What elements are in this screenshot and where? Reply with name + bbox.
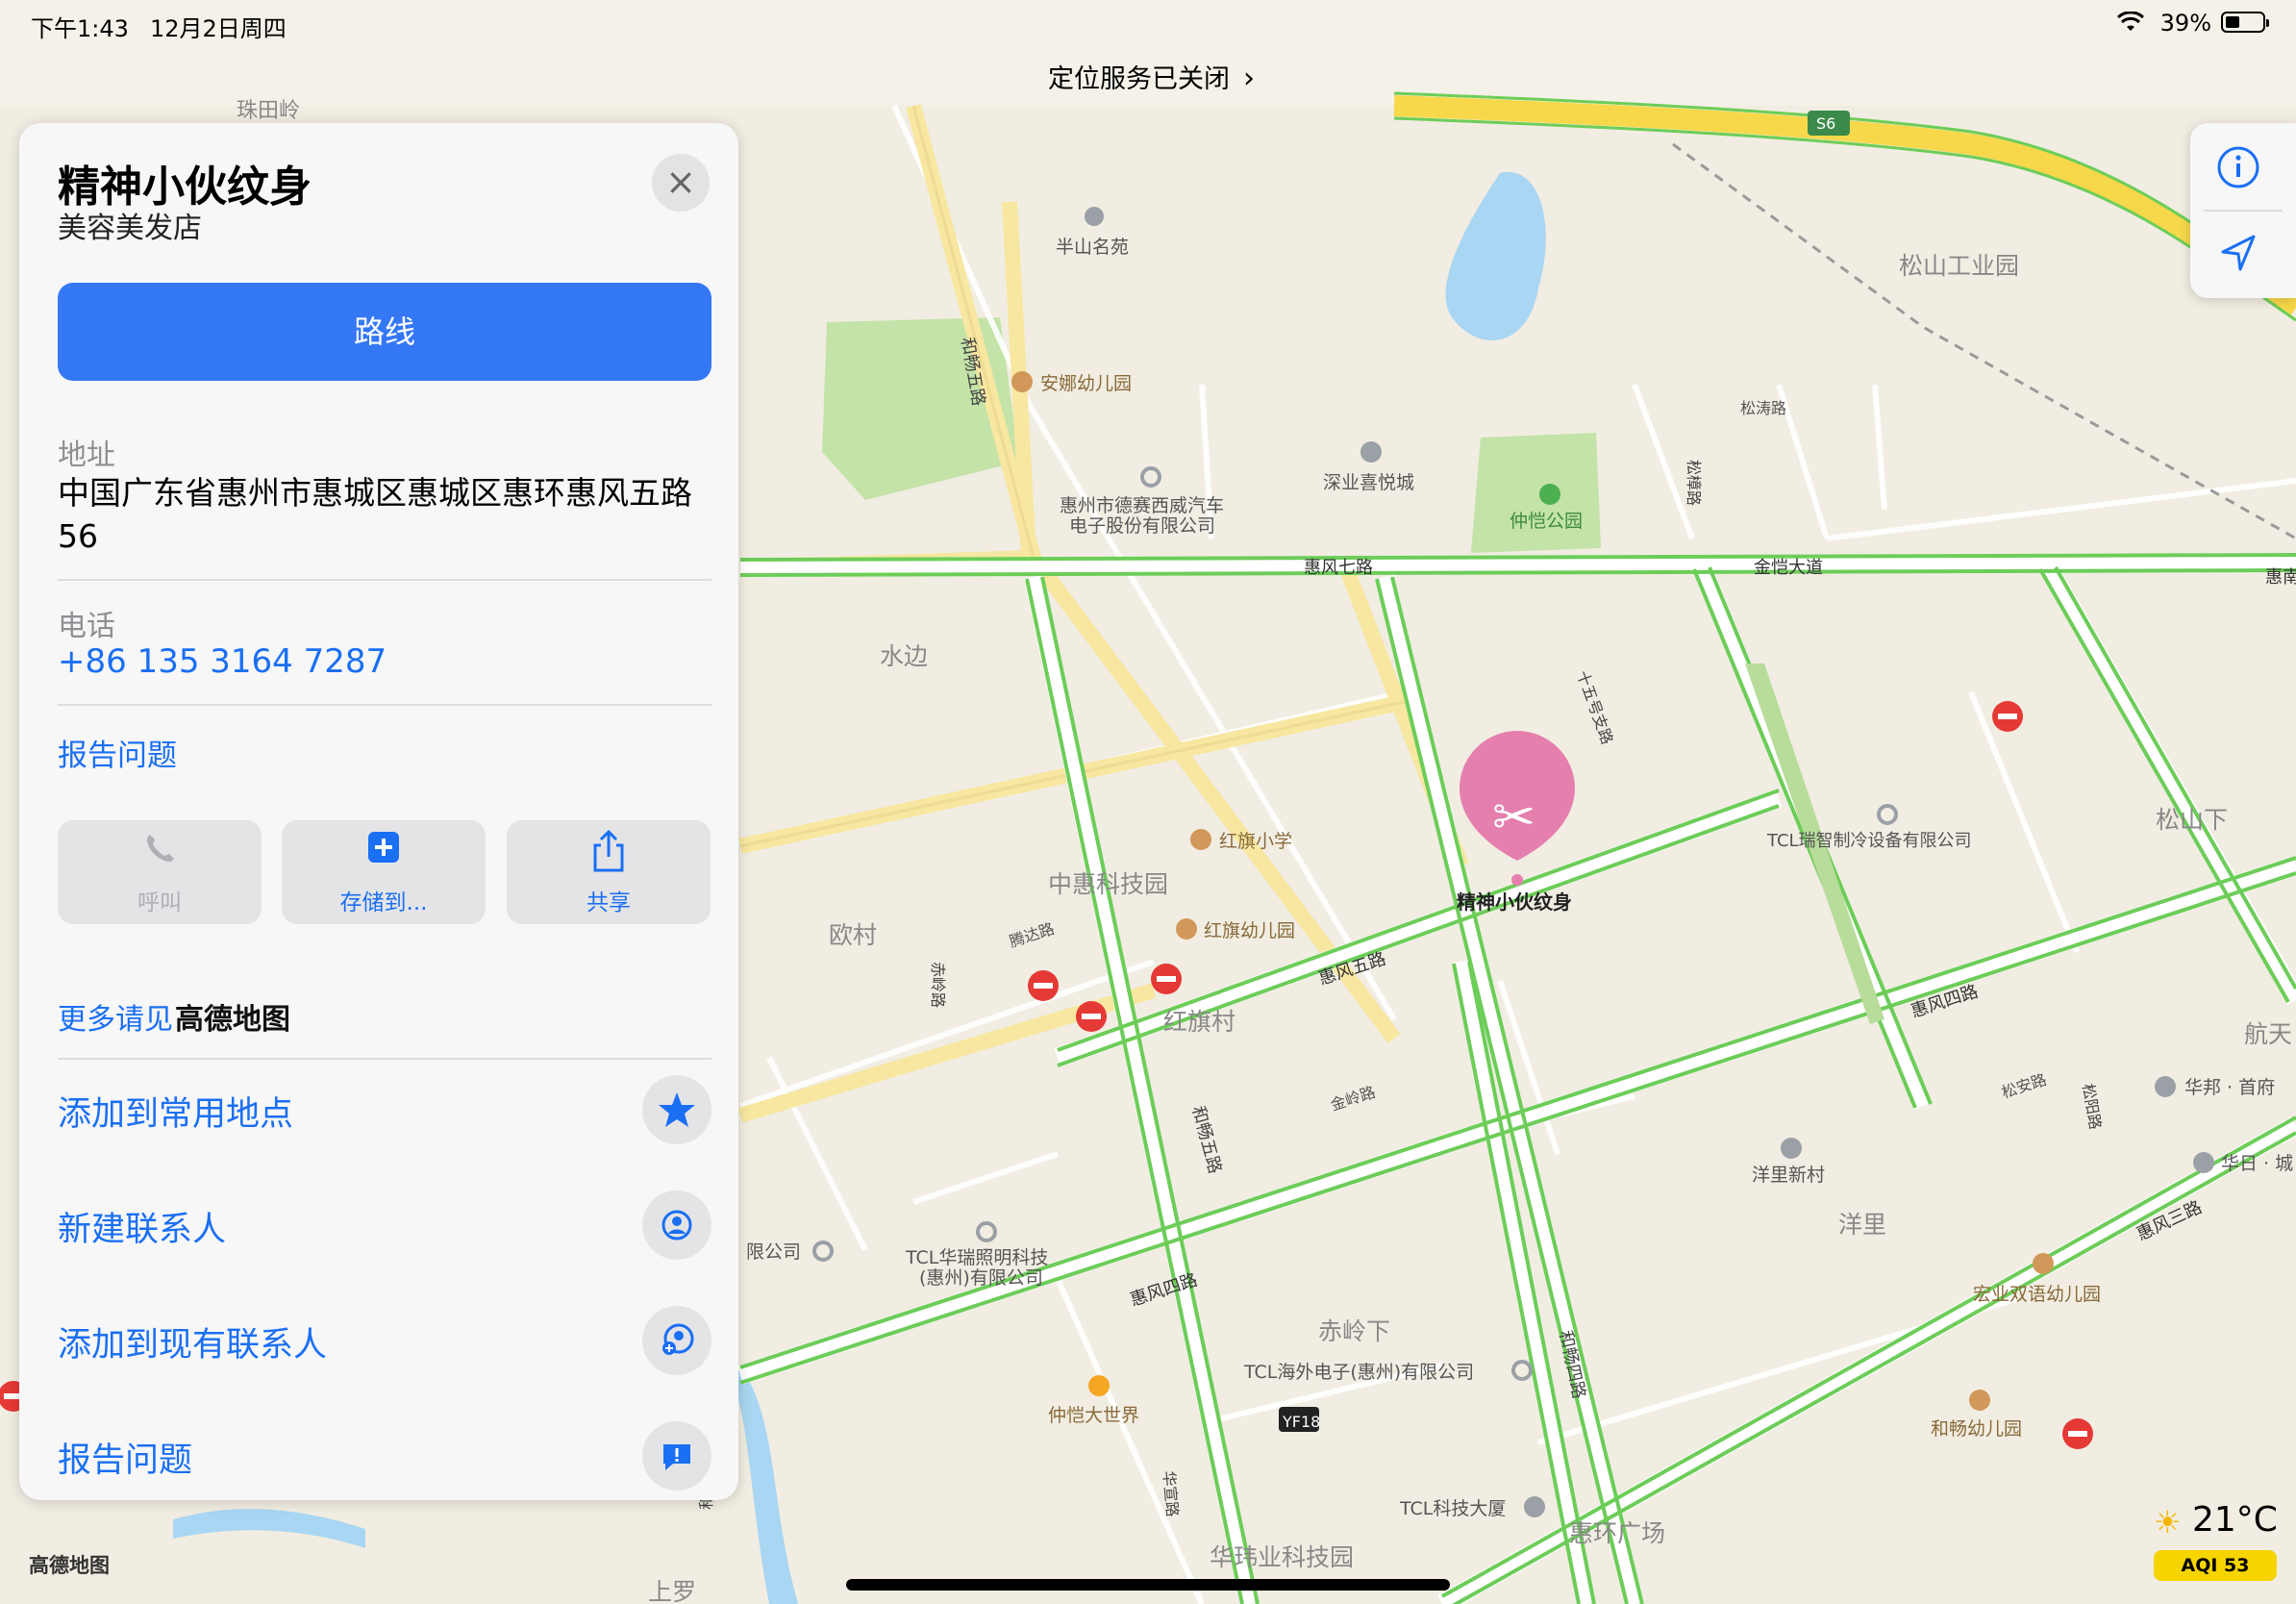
location-arrow-icon[interactable] — [2209, 225, 2267, 283]
add-contact-icon — [662, 1323, 694, 1355]
report-icon — [663, 1444, 690, 1470]
map-label: TCL瑞智制冷设备有限公司 — [1766, 831, 1972, 851]
share-label: 共享 — [586, 890, 631, 915]
map-label: 欧村 — [829, 921, 877, 949]
place-card: 精神小伙纹身 美容美发店 × 路线 地址 中国广东省惠州市惠城区惠城区惠环惠风五… — [19, 123, 738, 1500]
map-label: 松山下 — [2156, 806, 2228, 834]
map-label: 安娜幼儿园 — [1040, 373, 1132, 394]
route-button[interactable]: 路线 — [58, 283, 711, 381]
share-button[interactable]: 共享 — [507, 820, 711, 924]
contact-icon — [661, 1210, 692, 1241]
map-label: 松樟路 — [1685, 460, 1703, 506]
map-label: 电子股份有限公司 — [1069, 515, 1215, 537]
add-to-favorites-button[interactable] — [642, 1075, 711, 1144]
status-time: 下午1:43 — [31, 15, 129, 42]
divider — [58, 704, 711, 706]
map-label: 金恺大道 — [1754, 558, 1823, 578]
map-label: 红旗小学 — [1219, 831, 1292, 852]
map-label: 仲恺大世界 — [1048, 1405, 1139, 1426]
map-label: S6 — [1816, 114, 1835, 133]
battery-percent: 39% — [2159, 10, 2211, 37]
svg-text:✂: ✂ — [1492, 787, 1535, 847]
map-attribution: 高德地图 — [29, 1554, 110, 1577]
map-label: 松涛路 — [1740, 399, 1786, 417]
map-label: 惠南 — [2265, 567, 2296, 588]
map-label: TCL科技大厦 — [1399, 1498, 1506, 1519]
report-issue-button[interactable] — [642, 1421, 711, 1491]
close-button[interactable]: × — [652, 154, 710, 212]
map-label: 红旗幼儿园 — [1204, 920, 1295, 941]
aqi-badge: AQI 53 — [2154, 1550, 2277, 1581]
map-label: 上罗 — [648, 1578, 696, 1604]
map-label: 惠环广场 — [1569, 1519, 1665, 1547]
map-label: 珠田岭 — [237, 99, 300, 123]
plus-square-icon — [282, 830, 486, 874]
map-label: 水边 — [880, 642, 928, 670]
map-label: 赤岭路 — [929, 962, 947, 1008]
report-issue-link[interactable]: 报告问题 — [58, 731, 177, 774]
map-label: 华玮业科技园 — [1210, 1543, 1354, 1571]
divider — [2204, 210, 2283, 212]
save-to-label: 存储到... — [339, 890, 428, 915]
map-label: 仲恺公园 — [1510, 511, 1583, 532]
phone-label: 电话 — [58, 610, 115, 643]
home-indicator[interactable] — [846, 1579, 1450, 1591]
pin-label: 精神小伙纹身 — [1457, 890, 1572, 914]
address-value: 中国广东省惠州市惠城区惠城区惠环惠风五路 56 — [58, 474, 692, 555]
add-to-favorites-link[interactable]: 添加到常用地点 — [58, 1087, 293, 1136]
map-label: 惠州市德赛西威汽车 — [1060, 495, 1224, 516]
map-controls — [2190, 123, 2296, 298]
map-label: 宏业双语幼儿园 — [1973, 1284, 2101, 1305]
save-to-button[interactable]: 存储到... — [282, 820, 486, 924]
status-bar: 下午1:43 12月2日周四 39% — [0, 0, 2296, 46]
status-date: 12月2日周四 — [150, 15, 287, 42]
map-label: 红旗村 — [1163, 1008, 1235, 1036]
divider — [58, 1058, 711, 1060]
map-label: 半山名苑 — [1056, 237, 1129, 258]
place-category: 美容美发店 — [58, 212, 202, 245]
map-label: 中惠科技园 — [1048, 870, 1168, 898]
star-icon — [659, 1092, 695, 1127]
map-label: 赤岭下 — [1318, 1317, 1390, 1345]
add-to-existing-contact-button[interactable] — [642, 1306, 711, 1375]
map-label: 限公司 — [746, 1241, 801, 1263]
park-zhongkai — [1471, 433, 1601, 553]
new-contact-link[interactable]: 新建联系人 — [58, 1202, 226, 1251]
map-label: 深业喜悦城 — [1323, 472, 1414, 493]
map-label: YF18 — [1282, 1413, 1320, 1431]
sun-icon: ☀ — [2154, 1504, 2182, 1541]
map-label: 华邦 · 首府 — [2184, 1077, 2275, 1098]
phone-link[interactable]: +86 135 3164 7287 — [58, 642, 387, 681]
map-label: 航天 — [2244, 1020, 2292, 1048]
map-label: 松山工业园 — [1899, 252, 2019, 280]
location-services-banner[interactable]: 定位服务已关闭 › — [1048, 58, 1255, 95]
phone-icon — [58, 830, 262, 878]
map-label: 洋里 — [1838, 1211, 1886, 1239]
info-icon[interactable] — [2209, 138, 2267, 196]
location-services-text: 定位服务已关闭 — [1048, 64, 1230, 94]
map-label: 惠风七路 — [1304, 558, 1373, 578]
new-contact-button[interactable] — [642, 1190, 711, 1260]
map-label: (惠州)有限公司 — [919, 1267, 1043, 1289]
more-on-amap-link[interactable]: 更多请见高德地图 — [58, 995, 290, 1038]
temperature: 21°C — [2192, 1500, 2278, 1540]
address-label: 地址 — [58, 439, 115, 472]
map-label: 和畅幼儿园 — [1931, 1418, 2022, 1440]
map-label: 洋里新村 — [1752, 1165, 1825, 1186]
report-issue-row-link[interactable]: 报告问题 — [58, 1433, 192, 1482]
divider — [58, 579, 711, 581]
call-label: 呼叫 — [137, 890, 182, 915]
battery-icon — [2221, 12, 2269, 33]
chevron-right-icon: › — [1243, 62, 1255, 95]
amap-brand: 高德地图 — [175, 1003, 290, 1037]
share-icon — [507, 829, 711, 882]
close-icon: × — [665, 161, 696, 203]
call-button[interactable]: 呼叫 — [58, 820, 262, 924]
map-label: 华日 · 城 — [2221, 1153, 2293, 1174]
more-prefix: 更多请见 — [58, 1003, 173, 1037]
add-to-existing-contact-link[interactable]: 添加到现有联系人 — [58, 1317, 327, 1366]
map-label: TCL海外电子(惠州)有限公司 — [1243, 1362, 1474, 1383]
map-label: TCL华瑞照明科技 — [905, 1247, 1048, 1268]
wifi-icon — [2116, 11, 2145, 38]
